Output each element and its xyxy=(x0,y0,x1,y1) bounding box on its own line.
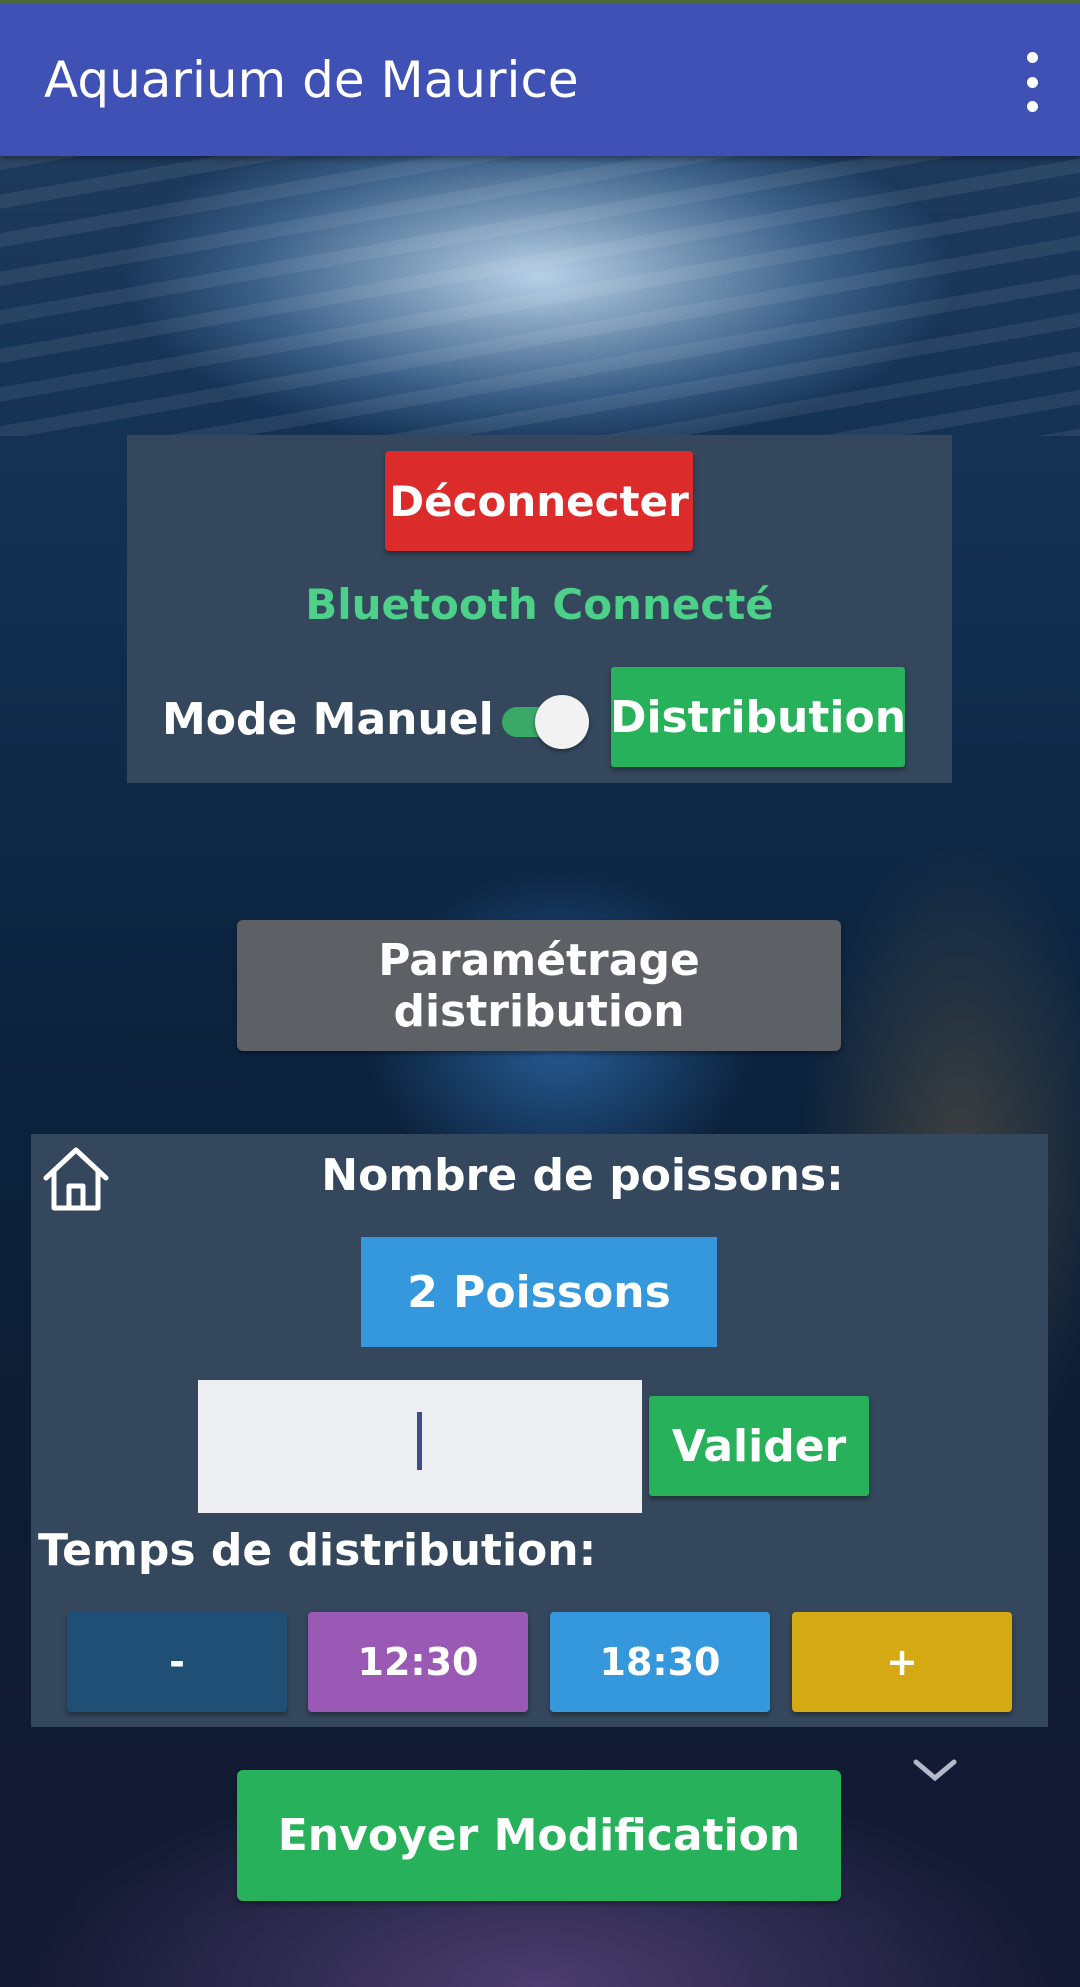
home-icon[interactable] xyxy=(38,1140,114,1216)
remove-time-button[interactable]: - xyxy=(67,1612,287,1712)
app-bar: Aquarium de Maurice xyxy=(0,4,1080,156)
app-title: Aquarium de Maurice xyxy=(44,51,579,109)
fish-count-display: 2 Poissons xyxy=(361,1237,717,1347)
overflow-menu-icon[interactable] xyxy=(1012,52,1052,112)
add-time-button[interactable]: + xyxy=(792,1612,1012,1712)
water-surface-decoration xyxy=(0,156,1080,436)
validate-button[interactable]: Valider xyxy=(649,1396,869,1496)
distribution-time-label: Temps de distribution: xyxy=(38,1525,597,1576)
distribution-button[interactable]: Distribution xyxy=(610,667,906,767)
time-slot-button-2[interactable]: 18:30 xyxy=(550,1612,770,1712)
chevron-down-icon xyxy=(913,1759,957,1782)
menu-dot xyxy=(1026,52,1038,63)
time-slot-button-1[interactable]: 12:30 xyxy=(308,1612,528,1712)
bluetooth-status-text: Bluetooth Connecté xyxy=(305,580,774,629)
menu-dot xyxy=(1026,76,1038,88)
manual-mode-switch[interactable] xyxy=(502,695,589,749)
send-changes-button[interactable]: Envoyer Modification xyxy=(237,1770,841,1901)
switch-thumb xyxy=(535,695,589,749)
fish-count-label: Nombre de poissons: xyxy=(321,1150,844,1201)
distribution-settings-button[interactable]: Paramétrage distribution xyxy=(237,920,841,1051)
menu-dot xyxy=(1026,101,1038,112)
manual-mode-label: Mode Manuel xyxy=(162,694,494,745)
text-caret xyxy=(417,1412,422,1470)
disconnect-button[interactable]: Déconnecter xyxy=(385,451,693,551)
